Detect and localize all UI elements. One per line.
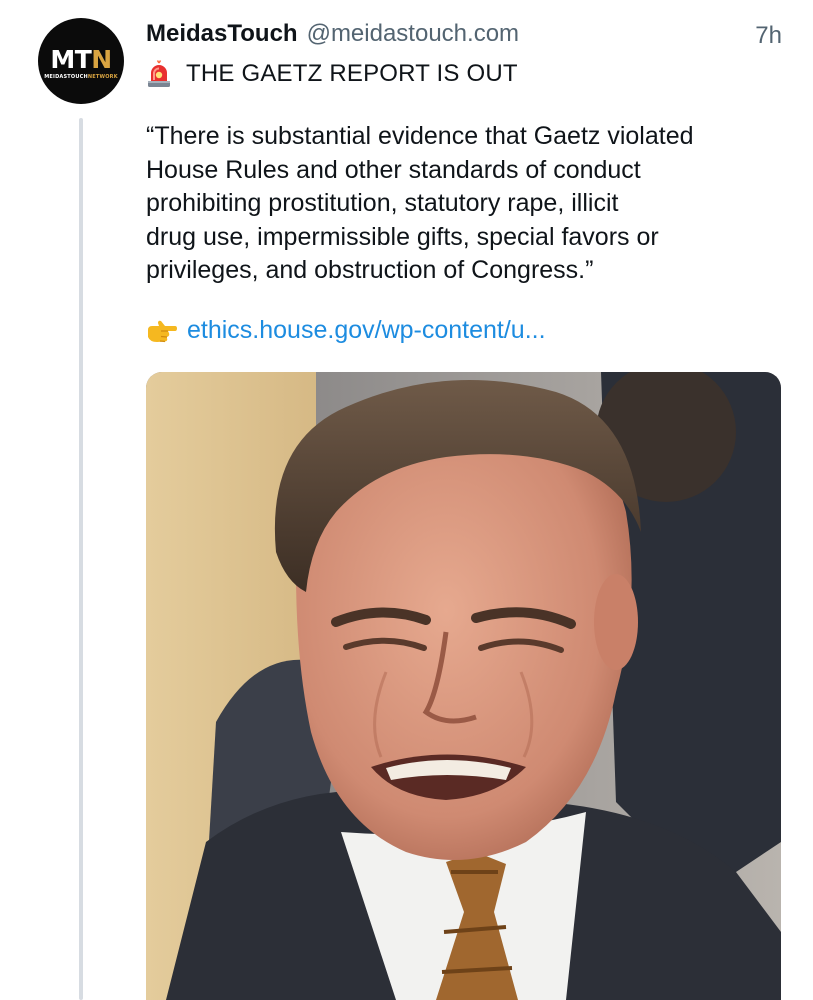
avatar[interactable]: MTN MEIDASTOUCHNETWORK [38,18,124,104]
post-card[interactable]: MTN MEIDASTOUCHNETWORK MeidasTouch @meid… [0,0,813,1000]
headline-text: THE GAETZ REPORT IS OUT [186,60,518,87]
quote-line: “There is substantial evidence that Gaet… [146,122,694,150]
post-body-quote: “There is substantial evidence that Gaet… [146,120,766,288]
avatar-logo-mark: MTN [50,44,112,74]
post-headline: THE GAETZ REPORT IS OUT [146,60,518,88]
post-header: MeidasTouch @meidastouch.com 7h [146,20,786,54]
quote-line: House Rules and other standards of condu… [146,155,641,184]
pointing-hand-icon [146,317,178,345]
police-siren-icon [146,60,172,88]
post-timestamp[interactable]: 7h [755,22,782,50]
post-link-row: ethics.house.gov/wp-content/u... [146,316,546,345]
quote-line: prohibiting prostitution, statutory rape… [146,189,619,217]
photo-illustration [146,372,781,1000]
external-link[interactable]: ethics.house.gov/wp-content/u... [187,316,546,345]
author-handle[interactable]: @meidastouch.com [307,20,519,48]
quote-line: drug use, impermissible gifts, special f… [146,222,659,251]
thread-line [79,118,83,1000]
avatar-logo-subtitle: MEIDASTOUCHNETWORK [44,73,118,80]
quote-line: privileges, and obstruction of Congress.… [146,256,594,284]
author-display-name[interactable]: MeidasTouch [146,20,298,48]
post-media-photo[interactable] [146,372,781,1000]
